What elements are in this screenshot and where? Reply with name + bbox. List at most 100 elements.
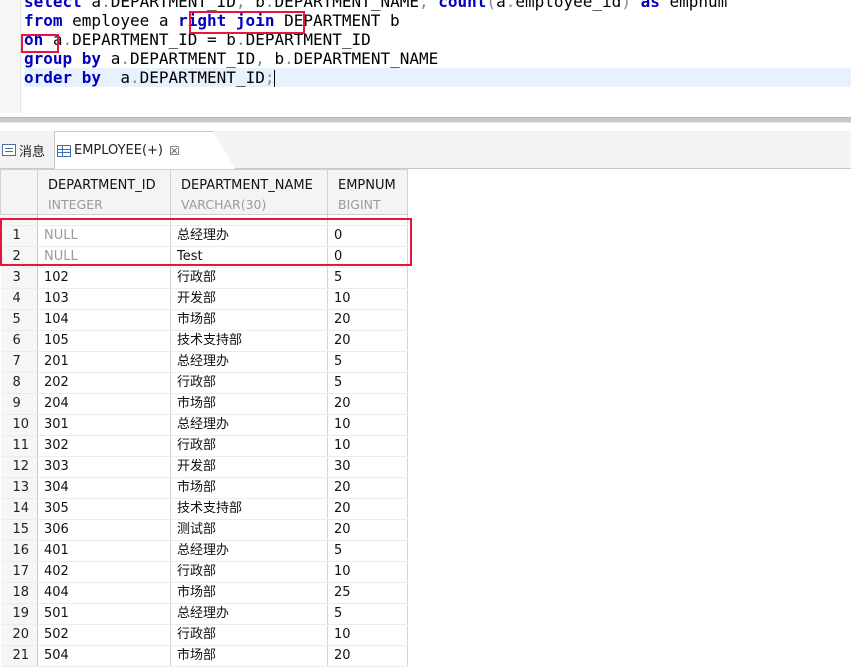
column-header-department-name[interactable]: DEPARTMENT_NAME VARCHAR(30) [170, 169, 328, 215]
sql-code[interactable]: select a.DEPARTMENT_ID, b.DEPARTMENT_NAM… [24, 0, 851, 87]
cell-department-id[interactable]: 402 [37, 561, 171, 583]
cell-empnum[interactable]: 10 [327, 435, 408, 457]
table-row[interactable]: 11 302 行政部 10 [0, 435, 408, 457]
row-number[interactable]: 15 [0, 519, 38, 541]
cell-department-name[interactable]: 行政部 [170, 435, 328, 457]
cell-department-id[interactable]: 502 [37, 624, 171, 646]
row-number[interactable]: 5 [0, 309, 38, 331]
table-row[interactable]: 7 201 总经理办 5 [0, 351, 408, 373]
tab-messages[interactable]: 消息 [0, 131, 52, 169]
cell-department-name[interactable]: 市场部 [170, 309, 328, 331]
table-row[interactable]: 14 305 技术支持部 20 [0, 498, 408, 520]
cell-department-id[interactable]: 501 [37, 603, 171, 625]
row-number[interactable]: 20 [0, 624, 38, 646]
cell-department-name[interactable]: 技术支持部 [170, 330, 328, 352]
cell-empnum[interactable]: 25 [327, 582, 408, 604]
cell-department-name[interactable]: 行政部 [170, 372, 328, 394]
cell-department-name[interactable]: 技术支持部 [170, 498, 328, 520]
code-line[interactable]: group by a.DEPARTMENT_ID, b.DEPARTMENT_N… [24, 49, 851, 68]
code-line[interactable]: select a.DEPARTMENT_ID, b.DEPARTMENT_NAM… [24, 0, 851, 11]
cell-department-name[interactable]: 开发部 [170, 288, 328, 310]
table-row[interactable]: 9 204 市场部 20 [0, 393, 408, 415]
cell-empnum[interactable]: 5 [327, 267, 408, 289]
row-number[interactable]: 16 [0, 540, 38, 562]
column-header-department-id[interactable]: DEPARTMENT_ID INTEGER [37, 169, 171, 215]
splitter-bar[interactable] [0, 117, 851, 123]
cell-empnum[interactable]: 10 [327, 561, 408, 583]
row-number[interactable]: 10 [0, 414, 38, 436]
cell-department-id[interactable]: 102 [37, 267, 171, 289]
cell-department-name[interactable]: 行政部 [170, 561, 328, 583]
cell-department-name[interactable]: 市场部 [170, 393, 328, 415]
code-line[interactable]: from employee a right join DEPARTMENT b [24, 11, 851, 30]
table-row[interactable]: 15 306 测试部 20 [0, 519, 408, 541]
cell-empnum[interactable]: 10 [327, 288, 408, 310]
cell-empnum[interactable]: 30 [327, 456, 408, 478]
cell-department-id[interactable]: 105 [37, 330, 171, 352]
cell-empnum[interactable]: 20 [327, 519, 408, 541]
cell-department-id[interactable]: 104 [37, 309, 171, 331]
cell-department-name[interactable]: 总经理办 [170, 540, 328, 562]
table-row[interactable]: 13 304 市场部 20 [0, 477, 408, 499]
row-number[interactable]: 6 [0, 330, 38, 352]
cell-department-id[interactable]: 401 [37, 540, 171, 562]
cell-empnum[interactable]: 5 [327, 603, 408, 625]
table-row[interactable]: 19 501 总经理办 5 [0, 603, 408, 625]
row-number[interactable]: 4 [0, 288, 38, 310]
row-number[interactable]: 13 [0, 477, 38, 499]
cell-department-id[interactable]: 306 [37, 519, 171, 541]
table-row[interactable]: 16 401 总经理办 5 [0, 540, 408, 562]
cell-empnum[interactable]: 20 [327, 477, 408, 499]
row-number[interactable]: 18 [0, 582, 38, 604]
cell-department-name[interactable]: 总经理办 [170, 414, 328, 436]
cell-department-id[interactable]: 304 [37, 477, 171, 499]
row-number[interactable]: 9 [0, 393, 38, 415]
table-row[interactable]: 5 104 市场部 20 [0, 309, 408, 331]
cell-department-id[interactable]: 504 [37, 645, 171, 667]
table-row[interactable]: 20 502 行政部 10 [0, 624, 408, 646]
table-row[interactable]: 10 301 总经理办 10 [0, 414, 408, 436]
table-row[interactable]: 3 102 行政部 5 [0, 267, 408, 289]
close-tab-icon[interactable]: ☒ [169, 144, 180, 158]
cell-department-id[interactable]: 103 [37, 288, 171, 310]
cell-department-name[interactable]: 测试部 [170, 519, 328, 541]
cell-department-id[interactable]: 202 [37, 372, 171, 394]
cell-empnum[interactable]: 10 [327, 624, 408, 646]
cell-department-name[interactable]: 市场部 [170, 477, 328, 499]
table-row[interactable]: 4 103 开发部 10 [0, 288, 408, 310]
row-number[interactable]: 7 [0, 351, 38, 373]
cell-department-name[interactable]: 开发部 [170, 456, 328, 478]
cell-department-id[interactable]: 204 [37, 393, 171, 415]
row-number[interactable]: 12 [0, 456, 38, 478]
column-header-empnum[interactable]: EMPNUM BIGINT [327, 169, 408, 215]
cell-department-id[interactable]: 302 [37, 435, 171, 457]
row-number[interactable]: 8 [0, 372, 38, 394]
row-number[interactable]: 14 [0, 498, 38, 520]
sql-editor[interactable]: select a.DEPARTMENT_ID, b.DEPARTMENT_NAM… [0, 0, 851, 113]
cell-department-name[interactable]: 行政部 [170, 267, 328, 289]
cell-department-name[interactable]: 总经理办 [170, 603, 328, 625]
cell-department-id[interactable]: 301 [37, 414, 171, 436]
row-number[interactable]: 21 [0, 645, 38, 667]
cell-empnum[interactable]: 10 [327, 414, 408, 436]
cell-department-name[interactable]: 市场部 [170, 582, 328, 604]
cell-empnum[interactable]: 20 [327, 393, 408, 415]
cell-department-id[interactable]: 303 [37, 456, 171, 478]
table-row[interactable]: 21 504 市场部 20 [0, 645, 408, 667]
cell-department-id[interactable]: 201 [37, 351, 171, 373]
cell-empnum[interactable]: 20 [327, 645, 408, 667]
table-row[interactable]: 17 402 行政部 10 [0, 561, 408, 583]
cell-empnum[interactable]: 20 [327, 498, 408, 520]
row-number[interactable]: 3 [0, 267, 38, 289]
table-row[interactable]: 12 303 开发部 30 [0, 456, 408, 478]
row-number[interactable]: 11 [0, 435, 38, 457]
code-line[interactable]: order by a.DEPARTMENT_ID; [24, 68, 851, 87]
table-row[interactable]: 6 105 技术支持部 20 [0, 330, 408, 352]
cell-department-name[interactable]: 行政部 [170, 624, 328, 646]
cell-department-name[interactable]: 市场部 [170, 645, 328, 667]
cell-department-name[interactable]: 总经理办 [170, 351, 328, 373]
code-line[interactable]: on a.DEPARTMENT_ID = b.DEPARTMENT_ID [24, 30, 851, 49]
cell-empnum[interactable]: 20 [327, 330, 408, 352]
row-number[interactable]: 19 [0, 603, 38, 625]
table-row[interactable]: 18 404 市场部 25 [0, 582, 408, 604]
